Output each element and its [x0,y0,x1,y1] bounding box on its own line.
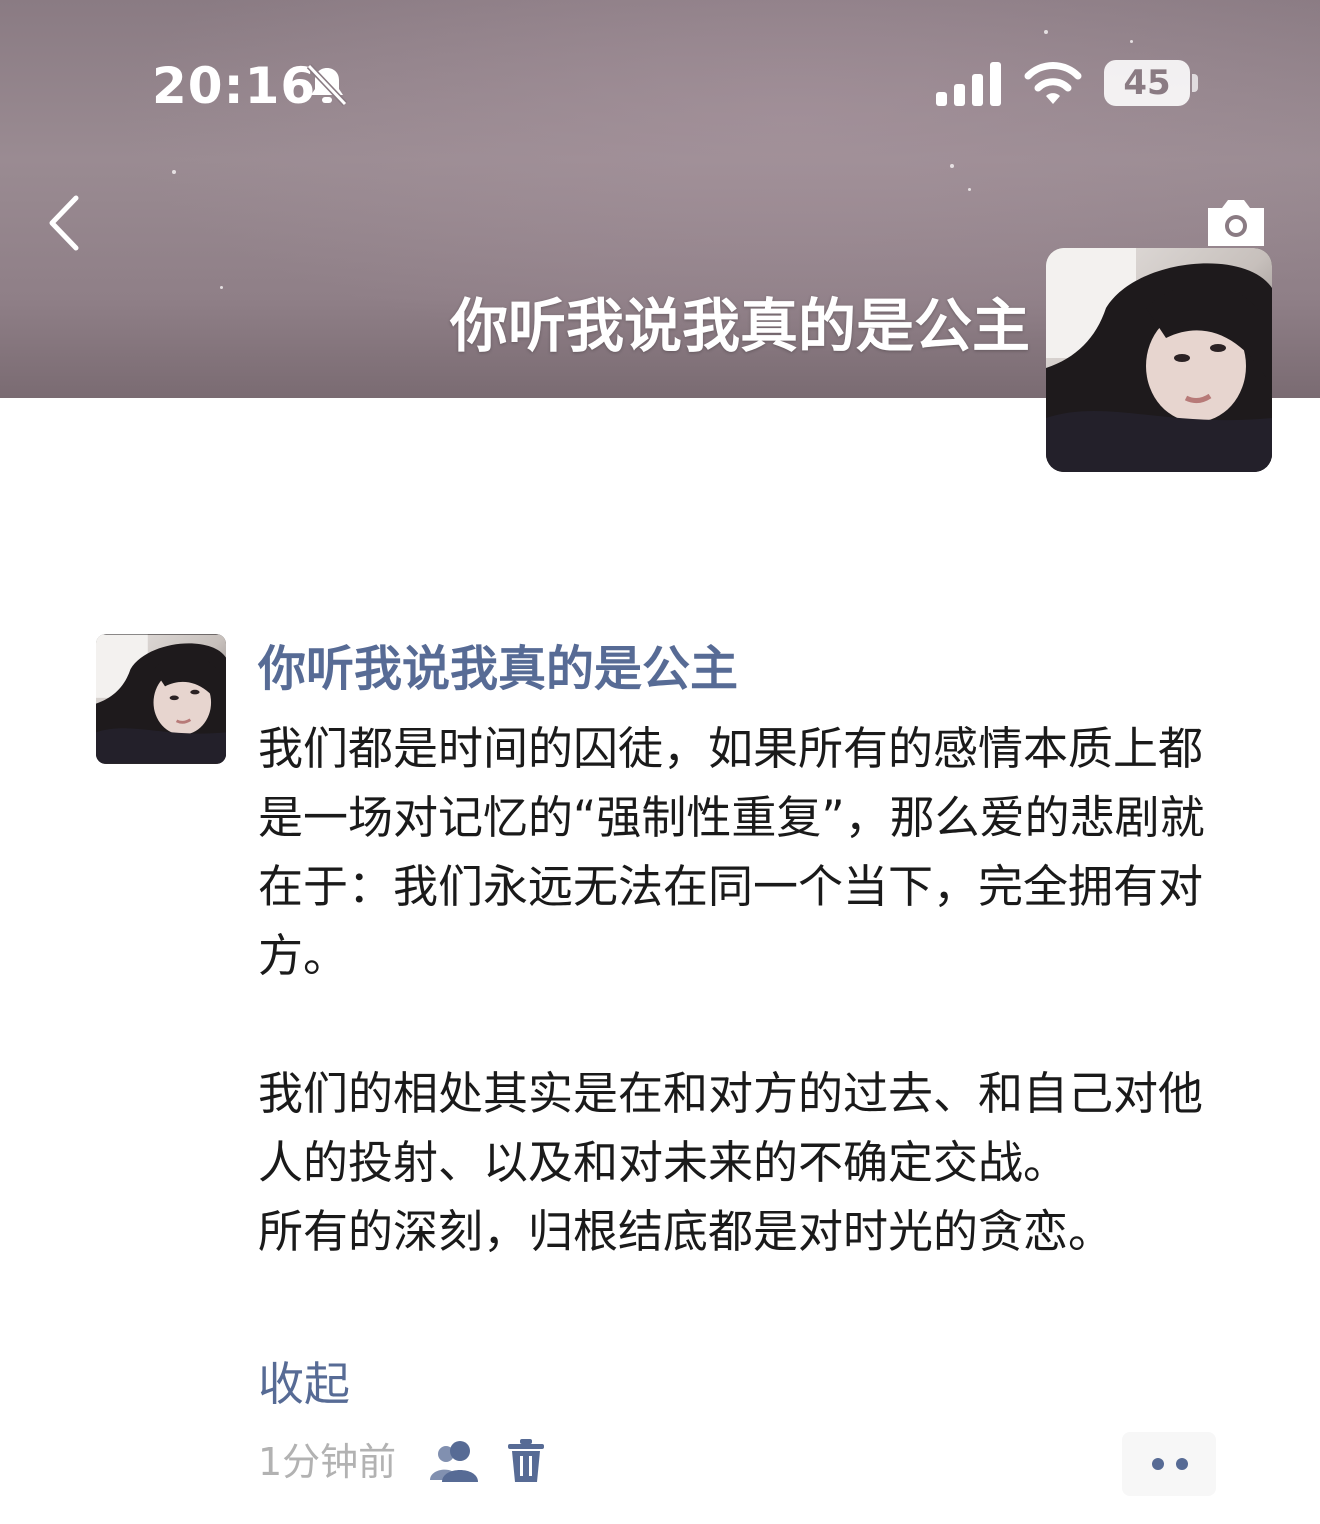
cover-username: 你听我说我真的是公主 [449,292,1030,360]
profile-avatar[interactable] [1046,248,1272,472]
post-paragraph: 我们的相处其实是在和对方的过去、和自己对他人的投射、以及和对未来的不确定交战。 [258,1067,1204,1189]
more-dot [1152,1458,1164,1470]
trash-icon[interactable] [506,1438,546,1484]
bell-slash-icon [306,63,348,107]
post-paragraph: 我们都是时间的囚徒，如果所有的感情本质上都是一场对记忆的“强制性重复”，那么爱的… [258,722,1205,982]
battery-indicator: 45 [1104,60,1190,106]
avatar-photo [96,634,226,764]
more-dot [1176,1458,1188,1470]
post-author[interactable]: 你听我说我真的是公主 [258,638,738,700]
battery-tip [1192,74,1198,92]
post-text: 我们都是时间的囚徒，如果所有的感情本质上都是一场对记忆的“强制性重复”，那么爱的… [258,714,1226,1266]
status-time: 20:16 [152,57,317,115]
post-timestamp: 1分钟前 [258,1440,397,1484]
battery-level: 45 [1123,63,1171,103]
collapse-link[interactable]: 收起 [258,1352,350,1416]
camera-icon[interactable] [1204,196,1268,248]
signal-icon [936,62,1001,106]
post-paragraph: 所有的深刻，归根结底都是对时光的贪恋。 [258,1205,1114,1258]
more-dots-icon[interactable] [1122,1432,1216,1496]
friends-icon[interactable] [430,1438,480,1484]
post-avatar[interactable] [96,634,226,764]
profile-photo [1046,248,1272,472]
chevron-left-icon[interactable] [44,194,88,252]
wifi-icon [1024,62,1082,104]
